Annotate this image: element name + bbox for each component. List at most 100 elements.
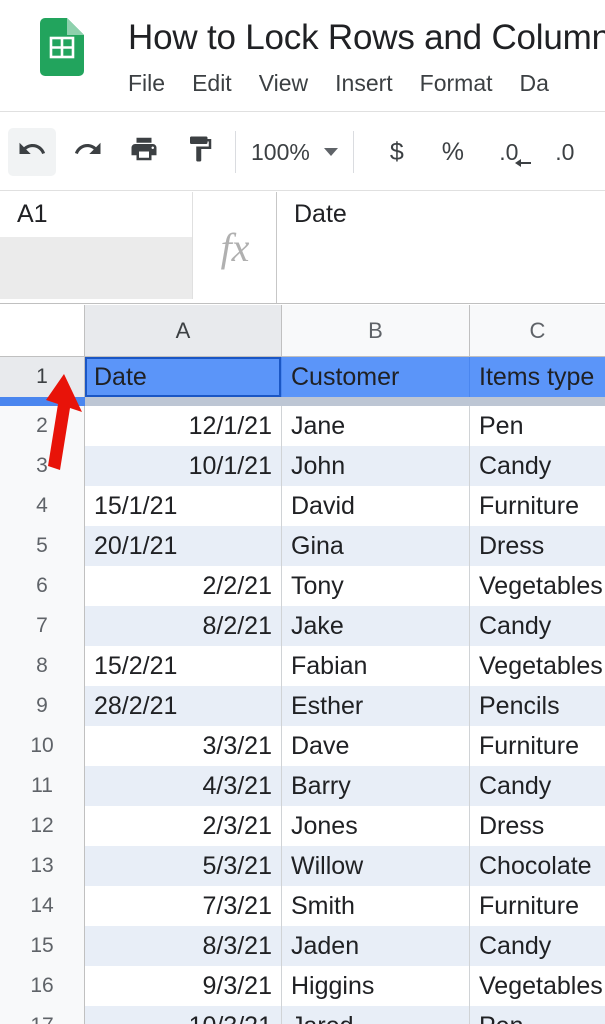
increase-decimal-button[interactable]: .0 [541,128,589,176]
row-header-7[interactable]: 7 [0,606,85,646]
cell-b15[interactable]: Jaden [282,926,470,966]
menu-item-format[interactable]: Format [420,68,493,98]
zoom-selector[interactable]: 100% [247,138,342,166]
cell-b4[interactable]: David [282,486,470,526]
currency-format-button[interactable]: $ [373,128,421,176]
cell-c9[interactable]: Pencils [470,686,605,726]
row-header-5[interactable]: 5 [0,526,85,566]
cell-b1[interactable]: Customer [282,357,470,397]
row-header-11[interactable]: 11 [0,766,85,806]
cell-a15[interactable]: 8/3/21 [85,926,282,966]
row-header-9[interactable]: 9 [0,686,85,726]
select-all-corner[interactable] [0,305,85,357]
menu-item-edit[interactable]: Edit [192,68,232,98]
cell-b9[interactable]: Esther [282,686,470,726]
cell-a1[interactable]: Date [85,357,282,397]
cell-b8[interactable]: Fabian [282,646,470,686]
cell-a3[interactable]: 10/1/21 [85,446,282,486]
cell-c11[interactable]: Candy [470,766,605,806]
cell-c17[interactable]: Pen [470,1006,605,1024]
cell-a7[interactable]: 8/2/21 [85,606,282,646]
name-box[interactable]: A1 [0,192,193,237]
cell-a12[interactable]: 2/3/21 [85,806,282,846]
cell-a5[interactable]: 20/1/21 [85,526,282,566]
decrease-decimal-button[interactable]: .0 [485,128,533,176]
cell-c7[interactable]: Candy [470,606,605,646]
row-header-12[interactable]: 12 [0,806,85,846]
column-header-a[interactable]: A [85,305,282,357]
cell-c15[interactable]: Candy [470,926,605,966]
percent-format-button[interactable]: % [429,128,477,176]
cell-a2[interactable]: 12/1/21 [85,406,282,446]
cell-b14[interactable]: Smith [282,886,470,926]
cell-b12[interactable]: Jones [282,806,470,846]
cell-c3[interactable]: Candy [470,446,605,486]
row-header-17[interactable]: 17 [0,1006,85,1024]
cell-b11[interactable]: Barry [282,766,470,806]
cell-c12[interactable]: Dress [470,806,605,846]
cell-b6[interactable]: Tony [282,566,470,606]
cell-a6[interactable]: 2/2/21 [85,566,282,606]
menu-item-insert[interactable]: Insert [335,68,393,98]
cell-c6[interactable]: Vegetables [470,566,605,606]
cell-c16[interactable]: Vegetables [470,966,605,1006]
formula-function-button[interactable]: fx [194,192,277,303]
print-button[interactable] [120,128,168,176]
cell-a11[interactable]: 4/3/21 [85,766,282,806]
cell-a9[interactable]: 28/2/21 [85,686,282,726]
row-header-8[interactable]: 8 [0,646,85,686]
row-header-2[interactable]: 2 [0,406,85,446]
name-box-underpanel [0,237,193,299]
cell-b2[interactable]: Jane [282,406,470,446]
cell-c8[interactable]: Vegetables [470,646,605,686]
menu-item-data[interactable]: Da [520,68,549,98]
cell-c14[interactable]: Furniture [470,886,605,926]
frozen-row-divider[interactable] [0,397,605,406]
table-row: 4 15/1/21 David Furniture [0,486,605,526]
cell-b17[interactable]: Jared [282,1006,470,1024]
cell-b10[interactable]: Dave [282,726,470,766]
cell-c2[interactable]: Pen [470,406,605,446]
row-header-16[interactable]: 16 [0,966,85,1006]
paint-format-button[interactable] [176,128,224,176]
cell-c1[interactable]: Items type [470,357,605,397]
row-header-10[interactable]: 10 [0,726,85,766]
menu-item-file[interactable]: File [128,68,165,98]
frozen-divider-handle[interactable] [0,397,85,406]
cell-c10[interactable]: Furniture [470,726,605,766]
row-header-1[interactable]: 1 [0,357,85,397]
formula-value: Date [294,200,347,228]
cell-a13[interactable]: 5/3/21 [85,846,282,886]
table-row: 9 28/2/21 Esther Pencils [0,686,605,726]
cell-b5[interactable]: Gina [282,526,470,566]
row-header-6[interactable]: 6 [0,566,85,606]
cell-b7[interactable]: Jake [282,606,470,646]
cell-a4[interactable]: 15/1/21 [85,486,282,526]
toolbar-divider-2 [352,130,354,173]
cell-a17[interactable]: 10/3/21 [85,1006,282,1024]
row-header-13[interactable]: 13 [0,846,85,886]
cell-b16[interactable]: Higgins [282,966,470,1006]
formula-input[interactable]: Date [278,192,605,303]
cell-a10[interactable]: 3/3/21 [85,726,282,766]
row-header-14[interactable]: 14 [0,886,85,926]
column-header-b[interactable]: B [282,305,470,357]
toolbar-divider-1 [235,130,236,173]
document-title[interactable]: How to Lock Rows and Column [128,16,605,60]
undo-button[interactable] [8,127,56,176]
cell-a8[interactable]: 15/2/21 [85,646,282,686]
cell-b3[interactable]: John [282,446,470,486]
cell-c4[interactable]: Furniture [470,486,605,526]
menu-item-view[interactable]: View [259,68,308,98]
cell-a16[interactable]: 9/3/21 [85,966,282,1006]
undo-icon [17,134,47,169]
cell-b13[interactable]: Willow [282,846,470,886]
cell-c5[interactable]: Dress [470,526,605,566]
cell-c13[interactable]: Chocolate [470,846,605,886]
redo-button[interactable] [64,128,112,176]
row-header-3[interactable]: 3 [0,446,85,486]
column-header-c[interactable]: C [470,305,605,357]
row-header-4[interactable]: 4 [0,486,85,526]
row-header-15[interactable]: 15 [0,926,85,966]
cell-a14[interactable]: 7/3/21 [85,886,282,926]
